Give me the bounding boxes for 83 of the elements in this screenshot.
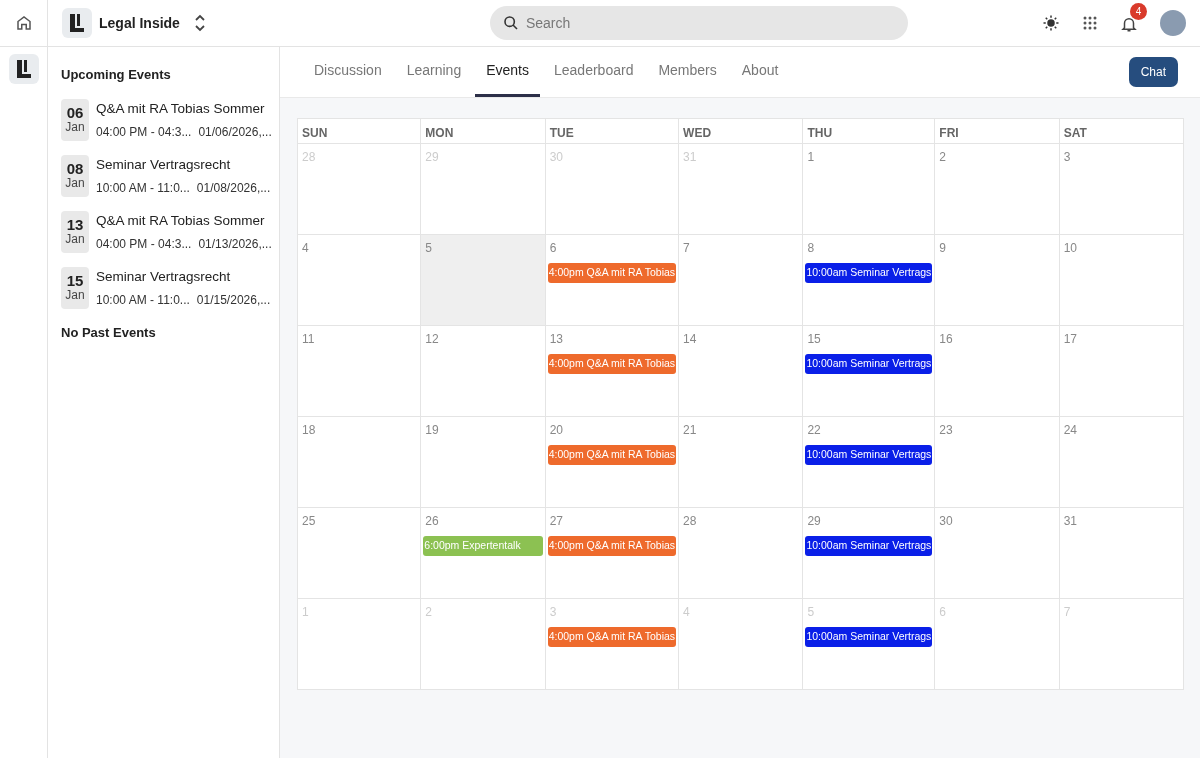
event-date: 01/08/2026,... — [196, 179, 271, 197]
day-number: 26 — [424, 513, 439, 530]
event-time: 10:00 AM - 11:0... — [96, 291, 190, 309]
event-chip[interactable]: 10:00am Seminar Vertrags — [805, 536, 933, 556]
grid-icon[interactable] — [1082, 15, 1098, 31]
community-logo-icon[interactable] — [8, 54, 39, 84]
day-number: 22 — [806, 422, 821, 439]
tab[interactable]: Members — [647, 47, 728, 97]
section-title: Upcoming Events — [61, 66, 172, 84]
event-date: 01/13/2026,... — [198, 235, 272, 253]
day-number: 3 — [1062, 149, 1071, 166]
day-number: 16 — [938, 331, 953, 348]
event-day: 13 — [66, 216, 84, 234]
day-number: 9 — [938, 240, 947, 257]
tab[interactable]: Leaderboard — [543, 47, 645, 97]
day-number: 13 — [548, 331, 563, 348]
event-date: 01/15/2026,... — [196, 291, 271, 309]
tab[interactable]: Events — [475, 47, 540, 97]
weekday-header: FRI — [935, 118, 1060, 144]
event-title[interactable]: Q&A mit RA Tobias Sommer — [96, 210, 272, 231]
day-number: 18 — [301, 422, 316, 439]
home-icon[interactable] — [14, 14, 33, 32]
event-chip[interactable]: 10:00am Seminar Vertrags — [805, 445, 933, 465]
weekday-header: SUN — [297, 118, 422, 144]
community-logo-icon — [62, 8, 92, 38]
search-field[interactable]: Search — [489, 6, 908, 40]
day-number: 4 — [301, 240, 309, 257]
chevron-updown-icon[interactable] — [193, 14, 206, 32]
day-number: 15 — [806, 331, 821, 348]
day-number: 20 — [548, 422, 563, 439]
day-number: 11 — [301, 331, 315, 348]
community-name[interactable]: Legal Inside — [99, 12, 180, 34]
event-chip[interactable]: 10:00am Seminar Vertrags — [805, 263, 933, 283]
day-number: 28 — [682, 513, 697, 530]
event-month: Jan — [65, 233, 85, 247]
section-title: No Past Events — [61, 323, 157, 342]
day-number: 7 — [682, 240, 690, 257]
day-number: 25 — [301, 513, 316, 530]
event-time: 10:00 AM - 11:0... — [96, 179, 190, 197]
day-number: 31 — [1062, 513, 1078, 530]
day-number: 27 — [548, 513, 563, 530]
day-number: 8 — [806, 240, 815, 257]
notification-count: 4 — [1130, 3, 1147, 21]
day-number: 10 — [1062, 240, 1078, 257]
day-number: 24 — [1062, 422, 1078, 439]
day-number: 1 — [806, 149, 815, 166]
event-date: 01/06/2026,... — [198, 123, 272, 141]
day-number: 23 — [938, 422, 953, 439]
day-number: 6 — [548, 240, 557, 257]
day-number: 12 — [424, 331, 439, 348]
weekday-header: SAT — [1059, 118, 1184, 144]
event-month: Jan — [65, 121, 85, 135]
event-title[interactable]: Q&A mit RA Tobias Sommer — [96, 98, 272, 119]
day-number: 2 — [938, 149, 947, 166]
event-chip[interactable]: 10:00am Seminar Vertrags — [805, 627, 933, 647]
event-month: Jan — [65, 177, 85, 191]
event-title[interactable]: Seminar Vertragsrecht — [96, 154, 271, 175]
tab[interactable]: Discussion — [303, 47, 393, 97]
weekday-header: THU — [803, 118, 936, 144]
weekday-header: TUE — [545, 118, 680, 144]
avatar[interactable] — [1160, 10, 1186, 36]
day-number: 29 — [806, 513, 821, 530]
day-number: 21 — [682, 422, 697, 439]
chat-button[interactable]: Chat — [1128, 57, 1178, 87]
day-number: 19 — [424, 422, 439, 439]
event-day: 06 — [66, 104, 84, 122]
event-day: 15 — [66, 272, 84, 290]
day-number: 30 — [938, 513, 953, 530]
search-icon — [502, 15, 519, 31]
day-number: 5 — [424, 240, 432, 257]
event-title[interactable]: Seminar Vertragsrecht — [96, 266, 271, 287]
tab[interactable]: Learning — [395, 47, 473, 97]
event-day: 08 — [66, 160, 84, 178]
event-chip[interactable]: 10:00am Seminar Vertrags — [805, 354, 933, 374]
event-time: 04:00 PM - 04:3... — [96, 123, 192, 141]
day-number: 14 — [682, 331, 697, 348]
weekday-header: WED — [679, 118, 804, 144]
day-number: 17 — [1062, 331, 1078, 348]
event-month: Jan — [65, 289, 85, 303]
sun-icon[interactable] — [1042, 14, 1060, 32]
weekday-header: MON — [421, 118, 546, 144]
tab[interactable]: About — [730, 47, 790, 97]
event-time: 04:00 PM - 04:3... — [96, 235, 192, 253]
